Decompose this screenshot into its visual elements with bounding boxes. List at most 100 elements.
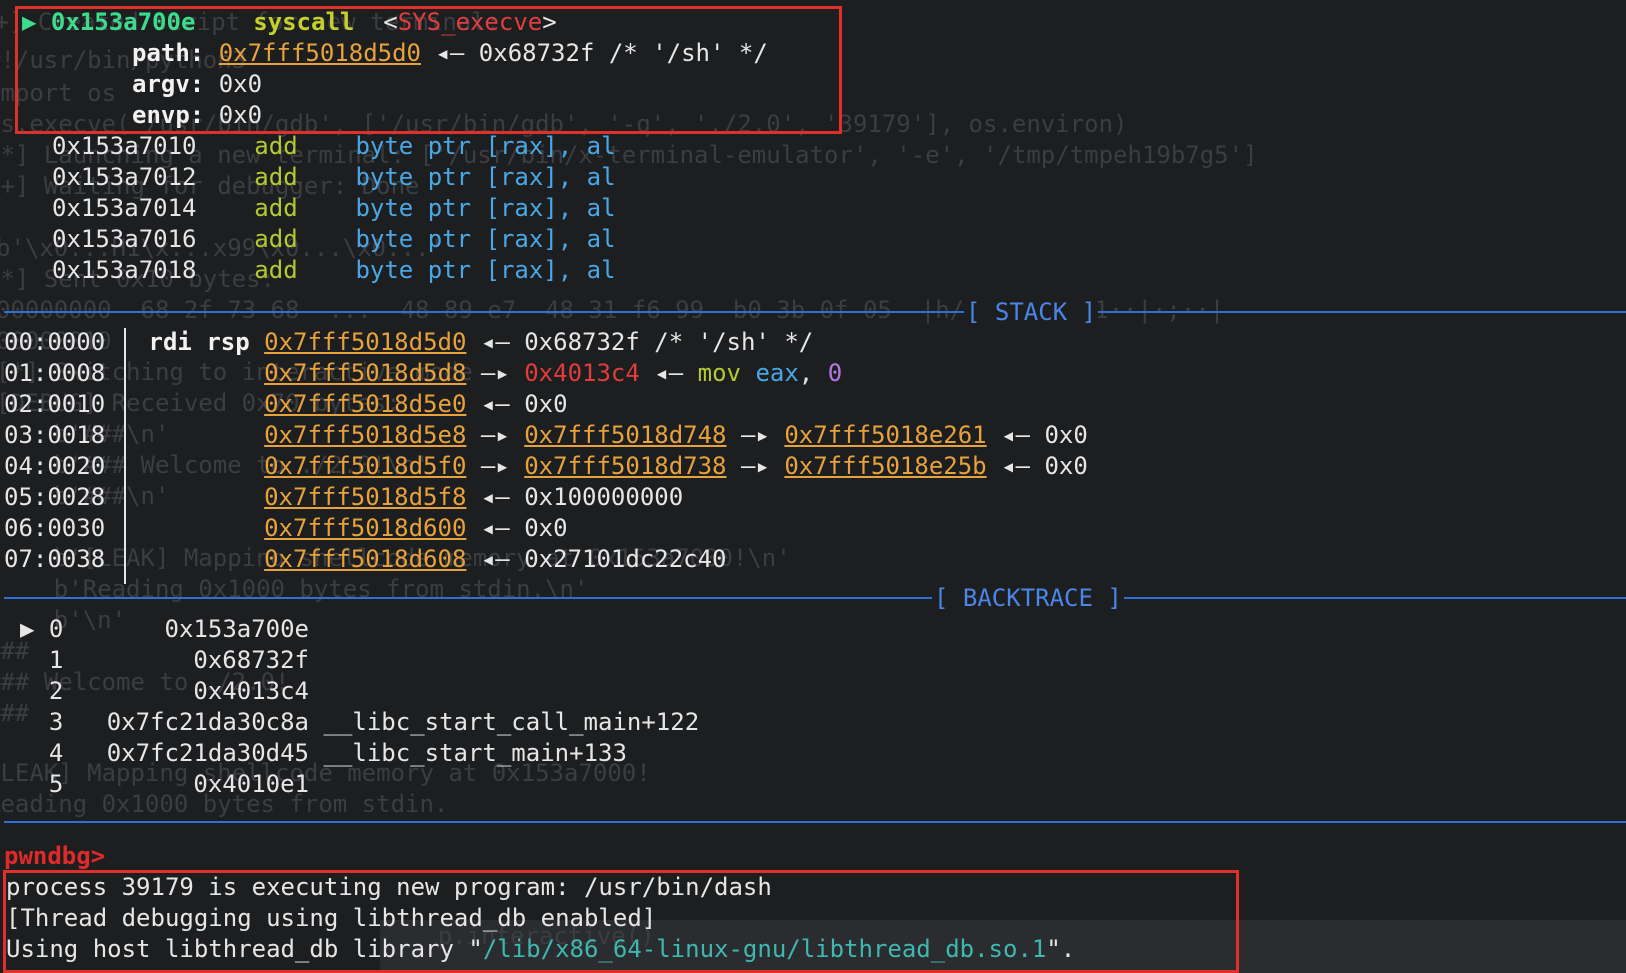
prompt-line[interactable]: pwndbg> (4, 840, 105, 872)
disasm-operands: byte ptr [rax], al (355, 132, 616, 160)
stack-index: 06:0030 (4, 514, 106, 542)
stack-address[interactable]: 0x7fff5018d5d0 (264, 328, 466, 356)
backtrace-separator (4, 597, 1626, 599)
frame-address: 0x153a700e (164, 615, 310, 643)
deref-arrow-icon: ◂— (480, 328, 510, 356)
disasm-mnemonic: add (254, 225, 298, 253)
pwndbg-prompt: pwndbg> (4, 842, 106, 870)
output-highlight-box (3, 870, 1239, 973)
stack-row: 06:0030 0x7fff5018d600 ◂— 0x0 (4, 512, 568, 544)
stack-row: 05:0028 0x7fff5018d5f8 ◂— 0x100000000 (4, 481, 683, 513)
deref-arrow-icon: ◂— (480, 483, 510, 511)
stack-separator (4, 311, 1626, 313)
stack-index: 02:0010 (4, 390, 106, 418)
disasm-row: 0x153a7018 add byte ptr [rax], al (52, 254, 616, 286)
stack-index: 03:0018 (4, 421, 106, 449)
stack-section-title: [ STACK ] (964, 296, 1099, 328)
backtrace-row: 2 0x4013c4 (20, 675, 309, 707)
stack-index: 05:0028 (4, 483, 106, 511)
disasm-operands: byte ptr [rax], al (355, 256, 616, 284)
frame-symbol: __libc_start_main+133 (323, 739, 627, 767)
frame-address: 0x68732f (193, 646, 309, 674)
backtrace-row: ▶ 0 0x153a700e (20, 613, 309, 645)
pointer-arrow-icon: —▸ (740, 421, 770, 449)
pointer-arrow-icon: —▸ (480, 421, 510, 449)
disasm-address: 0x153a7014 (52, 194, 197, 222)
stack-value: 0x100000000 (524, 483, 684, 511)
stack-value-code-address: 0x4013c4 (524, 359, 640, 387)
stack-value: 0x0 (1044, 452, 1088, 480)
deref-arrow-icon: ◂— (480, 514, 510, 542)
pointer-arrow-icon: —▸ (480, 359, 510, 387)
stack-address[interactable]: 0x7fff5018d600 (264, 514, 466, 542)
pointer-arrow-icon: —▸ (740, 452, 770, 480)
stack-registers: rdi rsp (148, 328, 250, 356)
stack-address[interactable]: 0x7fff5018d5f8 (264, 483, 466, 511)
instruction-comma: , (798, 359, 814, 387)
stack-index: 01:0008 (4, 359, 106, 387)
frame-number: 5 (48, 770, 64, 798)
backtrace-row: 4 0x7fc21da30d45 __libc_start_main+133 (20, 737, 627, 769)
disasm-mnemonic: add (254, 194, 298, 222)
disasm-operands: byte ptr [rax], al (355, 194, 616, 222)
stack-row: 07:0038 0x7fff5018d608 ◂— 0x27101dc22c40 (4, 543, 727, 575)
frame-number: 4 (48, 739, 64, 767)
deref-arrow-icon: ◂— (1001, 452, 1030, 480)
stack-row: 03:0018 0x7fff5018d5e8 —▸ 0x7fff5018d748… (4, 419, 1088, 451)
backtrace-row: 3 0x7fc21da30c8a __libc_start_call_main+… (20, 706, 699, 738)
current-frame-marker-icon: ▶ (20, 615, 35, 643)
backtrace-row: 5 0x4010e1 (20, 768, 309, 800)
stack-value: 0x68732f /* '/sh' */ (524, 328, 814, 356)
disasm-address: 0x153a7018 (52, 256, 197, 284)
stack-address[interactable]: 0x7fff5018d5e0 (264, 390, 466, 418)
disasm-row: 0x153a7014 add byte ptr [rax], al (52, 192, 616, 224)
stack-index: 07:0038 (4, 545, 106, 573)
stack-pointer-value[interactable]: 0x7fff5018d738 (524, 452, 726, 480)
stack-row: 00:0000 rdi rsp 0x7fff5018d5d0 ◂— 0x6873… (4, 326, 813, 358)
stack-address[interactable]: 0x7fff5018d5d8 (264, 359, 466, 387)
stack-pointer-value[interactable]: 0x7fff5018e261 (784, 421, 986, 449)
frame-number: 3 (48, 708, 64, 736)
stack-value: 0x0 (1044, 421, 1088, 449)
stack-row: 02:0010 0x7fff5018d5e0 ◂— 0x0 (4, 388, 568, 420)
frame-address: 0x7fc21da30d45 (106, 739, 310, 767)
stack-address[interactable]: 0x7fff5018d5e8 (264, 421, 466, 449)
disasm-mnemonic: add (254, 163, 298, 191)
disasm-operands: byte ptr [rax], al (355, 225, 616, 253)
pwndbg-terminal: ▶ 0x153a700e syscall <SYS_execve> path: … (0, 0, 1626, 973)
instruction-mnemonic: mov (697, 359, 741, 387)
pointer-arrow-icon: —▸ (480, 452, 510, 480)
disasm-row: 0x153a7012 add byte ptr [rax], al (52, 161, 616, 193)
frame-symbol: __libc_start_call_main+122 (323, 708, 700, 736)
stack-value: 0x0 (524, 514, 568, 542)
frame-address: 0x4010e1 (193, 770, 309, 798)
disasm-mnemonic: add (254, 256, 298, 284)
backtrace-row: 1 0x68732f (20, 644, 309, 676)
frame-address: 0x4013c4 (193, 677, 309, 705)
deref-arrow-icon: ◂— (480, 545, 510, 573)
backtrace-section-title: [ BACKTRACE ] (932, 582, 1124, 614)
stack-index: 04:0020 (4, 452, 106, 480)
stack-pointer-value[interactable]: 0x7fff5018d748 (524, 421, 726, 449)
frame-number: 2 (48, 677, 64, 705)
disasm-address: 0x153a7010 (52, 132, 197, 160)
stack-row: 01:0008 0x7fff5018d5d8 —▸ 0x4013c4 ◂— mo… (4, 357, 842, 389)
disasm-row: 0x153a7016 add byte ptr [rax], al (52, 223, 616, 255)
stack-value: 0x27101dc22c40 (524, 545, 727, 573)
frame-number: 0 (48, 615, 64, 643)
stack-pointer-value[interactable]: 0x7fff5018e25b (784, 452, 986, 480)
syscall-highlight-box (15, 6, 842, 134)
disasm-operands: byte ptr [rax], al (355, 163, 616, 191)
disasm-address: 0x153a7016 (52, 225, 197, 253)
frame-number: 1 (48, 646, 64, 674)
stack-row: 04:0020 0x7fff5018d5f0 —▸ 0x7fff5018d738… (4, 450, 1088, 482)
stack-address[interactable]: 0x7fff5018d5f0 (264, 452, 466, 480)
disasm-address: 0x153a7012 (52, 163, 197, 191)
stack-value: 0x0 (524, 390, 568, 418)
stack-index: 00:0000 (4, 328, 106, 356)
stack-address[interactable]: 0x7fff5018d608 (264, 545, 466, 573)
instruction-immediate: 0 (827, 359, 843, 387)
deref-arrow-icon: ◂— (480, 390, 510, 418)
deref-arrow-icon: ◂— (654, 359, 684, 387)
disasm-mnemonic: add (254, 132, 298, 160)
